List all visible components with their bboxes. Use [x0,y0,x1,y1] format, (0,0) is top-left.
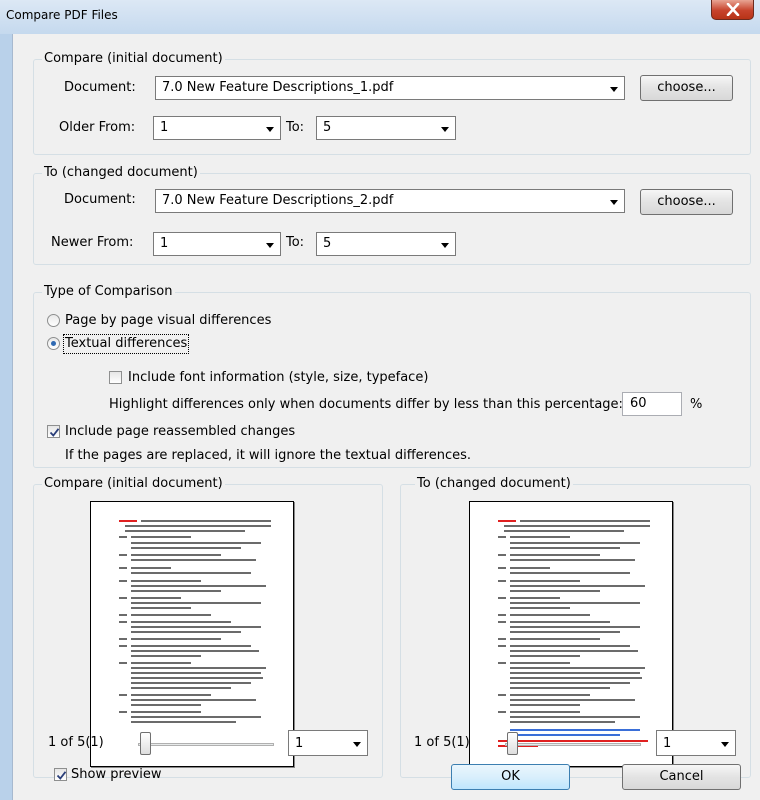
checkmark-icon [56,771,67,780]
preview-initial-page-select[interactable]: 1 [288,730,368,756]
older-to-select[interactable]: 5 [316,116,456,140]
changed-document-value: 7.0 New Feature Descriptions_2.pdf [162,193,394,208]
radio-textual-label[interactable]: Textual differences [62,334,190,354]
preview-initial-slider[interactable] [138,731,274,757]
reassembled-note: If the pages are replaced, it will ignor… [65,448,472,463]
newer-to-label: To: [286,235,305,250]
title-bar: Compare PDF Files [0,0,760,34]
older-to-label: To: [286,120,305,135]
type-of-comparison-group: Type of Comparison Page by page visual d… [33,284,751,468]
checkmark-icon [49,428,60,437]
font-info-label[interactable]: Include font information (style, size, t… [128,370,428,386]
older-from-select[interactable]: 1 [153,116,281,140]
compare-initial-group: Compare (initial document) Document: 7.0… [33,51,751,155]
preview-changed-page-value: 1 [663,736,672,751]
newer-from-label: Newer From: [51,235,134,250]
choose-changed-button[interactable]: choose... [640,189,733,215]
window-title: Compare PDF Files [6,8,118,22]
compare-initial-legend: Compare (initial document) [42,51,225,67]
chevron-down-icon [721,742,729,747]
chevron-down-icon [441,243,449,248]
slider-track [138,743,274,746]
ok-button[interactable]: OK [451,764,570,790]
preview-changed-page-select[interactable]: 1 [656,730,736,756]
newer-to-value: 5 [323,236,332,251]
preview-initial-page-value: 1 [295,736,304,751]
chevron-down-icon [353,742,361,747]
chevron-down-icon [441,127,449,132]
older-from-label: Older From: [59,120,136,135]
slider-thumb[interactable] [507,732,518,755]
font-info-checkbox[interactable] [109,371,122,384]
newer-from-value: 1 [160,236,169,251]
percent-sign: % [690,397,703,412]
reassembled-label[interactable]: Include page reassembled changes [65,424,295,440]
document-label: Document: [64,80,136,95]
newer-to-select[interactable]: 5 [316,232,456,256]
preview-initial-group: Compare (initial document) 1 of 5(1) 1 [33,476,383,778]
older-to-value: 5 [323,120,332,135]
close-icon [726,3,740,16]
changed-document-select[interactable]: 7.0 New Feature Descriptions_2.pdf [155,189,625,213]
radio-textual-differences[interactable] [47,337,60,350]
dialog-body: Compare (initial document) Document: 7.0… [12,34,760,800]
percentage-input[interactable]: 60 [622,392,682,416]
newer-from-select[interactable]: 1 [153,232,281,256]
preview-changed-page [469,501,673,767]
preview-changed-group: To (changed document) 1 of 5(1) 1 [400,476,751,778]
initial-document-value: 7.0 New Feature Descriptions_1.pdf [162,80,394,95]
preview-initial-page [90,501,294,767]
chevron-down-icon [610,87,618,92]
choose-initial-button[interactable]: choose... [640,75,733,101]
type-of-comparison-legend: Type of Comparison [42,284,175,300]
chevron-down-icon [610,200,618,205]
radio-visual-differences[interactable] [47,314,60,327]
document-label: Document: [64,192,136,207]
older-from-value: 1 [160,120,169,135]
show-preview-checkbox[interactable] [54,768,67,781]
close-button[interactable] [711,0,754,20]
highlight-threshold-label: Highlight differences only when document… [109,397,623,412]
initial-document-select[interactable]: 7.0 New Feature Descriptions_1.pdf [155,76,625,100]
percentage-value: 60 [630,396,647,411]
chevron-down-icon [266,243,274,248]
preview-changed-legend: To (changed document) [415,476,573,492]
preview-changed-page-status: 1 of 5(1) [414,735,470,750]
slider-thumb[interactable] [140,732,151,755]
chevron-down-icon [266,127,274,132]
slider-track [505,743,641,746]
cancel-button[interactable]: Cancel [622,764,741,790]
preview-initial-page-status: 1 of 5(1) [48,735,104,750]
preview-initial-legend: Compare (initial document) [42,476,225,492]
show-preview-label[interactable]: Show preview [71,767,161,783]
reassembled-checkbox[interactable] [47,425,60,438]
preview-changed-slider[interactable] [505,731,641,757]
radio-visual-label[interactable]: Page by page visual differences [65,313,271,329]
to-changed-legend: To (changed document) [42,165,200,181]
to-changed-group: To (changed document) Document: 7.0 New … [33,165,751,265]
